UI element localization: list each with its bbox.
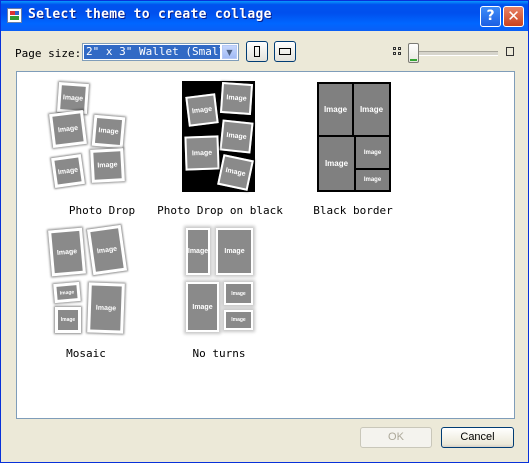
image-placeholder: Image — [219, 119, 254, 154]
image-placeholder: Image — [56, 81, 90, 115]
image-placeholder: Image — [91, 114, 126, 149]
theme-photo-drop[interactable]: Image Image Image Image Image Photo Drop — [37, 78, 167, 218]
image-placeholder: Image — [186, 282, 219, 332]
image-placeholder: Image — [224, 282, 253, 305]
page-size-label: Page size: — [15, 47, 82, 60]
landscape-orientation-icon — [279, 48, 291, 55]
window-title: Select theme to create collage — [28, 7, 272, 22]
ok-button[interactable]: OK — [360, 427, 432, 448]
theme-thumbnail: Image Image Image Image Image — [49, 81, 145, 189]
image-placeholder: Image — [90, 148, 125, 183]
help-icon[interactable]: ? — [480, 6, 501, 27]
image-placeholder: Image — [217, 154, 254, 191]
portrait-orientation-icon — [254, 46, 260, 57]
image-placeholder: Image — [55, 307, 81, 333]
zoom-slider-thumb[interactable] — [408, 43, 419, 63]
portrait-orientation-button[interactable] — [246, 41, 268, 62]
theme-label: Photo Drop — [68, 204, 136, 217]
image-placeholder: Image — [219, 81, 254, 116]
image-placeholder: Image — [319, 84, 352, 135]
theme-black-border[interactable]: Image Image Image Image Image Black bord… — [288, 78, 418, 218]
image-placeholder: Image — [356, 137, 389, 168]
theme-thumbnail: Image Image Image Image Image — [182, 81, 255, 192]
theme-no-turns[interactable]: Image Image Image Image Image No turns — [154, 222, 284, 362]
theme-label: No turns — [192, 347, 246, 360]
theme-thumbnail: Image Image Image Image Image — [48, 224, 128, 336]
image-placeholder: Image — [51, 154, 85, 188]
collage-theme-dialog: Select theme to create collage ? ✕ Page … — [0, 0, 529, 463]
image-placeholder: Image — [354, 84, 389, 135]
image-placeholder: Image — [185, 93, 219, 127]
single-thumbnail-icon — [506, 47, 514, 56]
theme-thumbnail: Image Image Image Image Image — [317, 82, 391, 192]
page-size-select[interactable]: 2" x 3" Wallet (Small) ▼ — [82, 43, 239, 61]
image-placeholder: Image — [87, 282, 125, 334]
theme-thumbnail: Image Image Image Image Image — [184, 225, 256, 335]
image-placeholder: Image — [224, 310, 253, 330]
collage-app-icon — [7, 8, 22, 23]
theme-mosaic[interactable]: Image Image Image Image Image Mosaic — [21, 222, 151, 362]
landscape-orientation-button[interactable] — [274, 41, 296, 62]
theme-label: Mosaic — [66, 347, 106, 360]
close-icon[interactable]: ✕ — [503, 6, 524, 27]
image-placeholder: Image — [49, 110, 87, 148]
image-placeholder: Image — [48, 227, 86, 277]
theme-photo-drop-on-black[interactable]: Image Image Image Image Image Photo Drop… — [155, 78, 285, 218]
image-placeholder: Image — [319, 137, 354, 190]
title-bar[interactable]: Select theme to create collage ? ✕ — [1, 1, 528, 31]
grid-thumbnails-icon — [393, 47, 402, 56]
image-placeholder: Image — [216, 228, 253, 275]
theme-label: Black border — [313, 204, 393, 217]
image-placeholder: Image — [86, 224, 128, 276]
image-placeholder: Image — [184, 135, 220, 171]
chevron-down-icon[interactable]: ▼ — [222, 45, 237, 59]
page-size-value: 2" x 3" Wallet (Small) — [84, 45, 220, 59]
theme-gallery: Image Image Image Image Image Photo Drop… — [16, 71, 515, 419]
theme-label: Photo Drop on black — [157, 204, 283, 217]
image-placeholder: Image — [53, 281, 81, 304]
image-placeholder: Image — [356, 170, 389, 190]
cancel-button[interactable]: Cancel — [441, 427, 514, 448]
zoom-slider-track[interactable] — [412, 51, 498, 56]
image-placeholder: Image — [186, 228, 210, 275]
